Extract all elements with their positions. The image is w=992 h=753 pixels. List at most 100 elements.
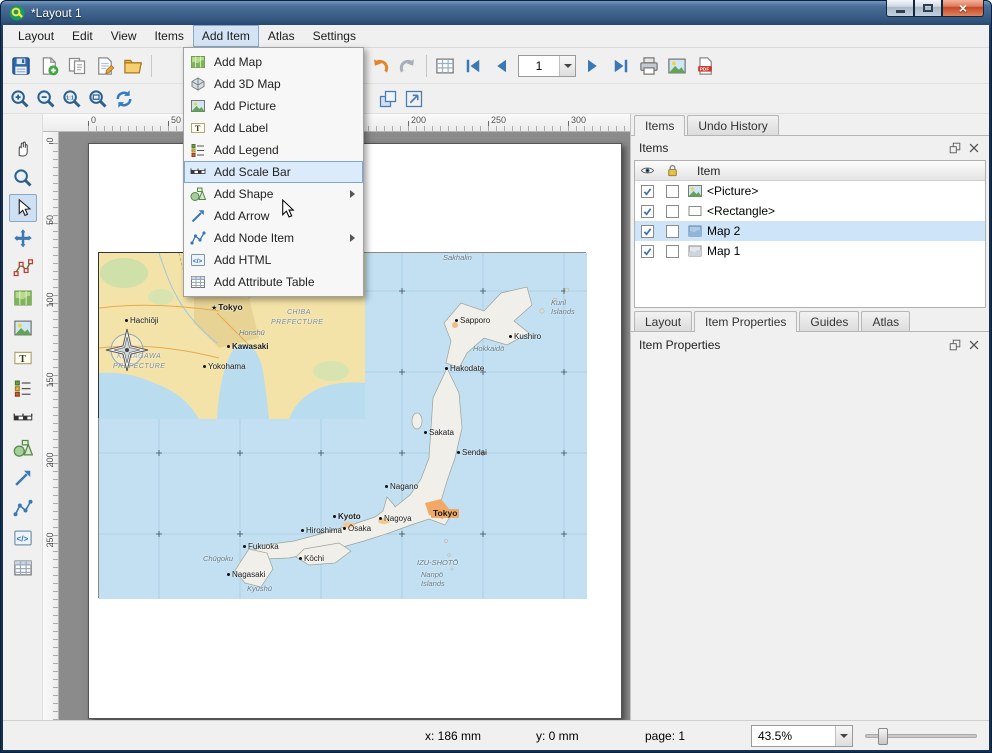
visibility-checkbox[interactable] (641, 185, 654, 198)
add-node-item-button[interactable] (9, 494, 37, 522)
zoom-out-icon (36, 89, 56, 109)
menu-item-label: Add HTML (214, 253, 271, 267)
edit-nodes-item-button[interactable] (9, 254, 37, 282)
undo-button[interactable] (366, 52, 394, 80)
ruler-tick (488, 121, 489, 131)
item-row-map-1[interactable]: Map 1 (635, 241, 985, 261)
item-row-picture[interactable]: <Picture> (635, 181, 985, 201)
menu-item-add-map[interactable]: Add Map (184, 51, 363, 73)
resize-items-button[interactable] (401, 86, 427, 112)
menu-item-add-3d-map[interactable]: Add 3D Map (184, 73, 363, 95)
add-attribute-table-icon (190, 274, 206, 290)
duplicate-layout-button[interactable] (63, 52, 91, 80)
zoom-tool-button[interactable] (9, 164, 37, 192)
ruler-tick (168, 121, 169, 131)
menubar-item-items[interactable]: Items (146, 25, 193, 47)
map-label: Islands (421, 580, 445, 588)
zoom-actual-button[interactable]: 1:1 (59, 86, 85, 112)
edit-nodes-item-icon (13, 258, 33, 278)
window-client-area: LayoutEditViewItemsAdd ItemAtlasSettings… (3, 25, 989, 750)
open-folder-button[interactable] (119, 52, 147, 80)
print-atlas-button[interactable] (635, 52, 663, 80)
layout-manager-button[interactable] (91, 52, 119, 80)
new-layout-button[interactable] (35, 52, 63, 80)
lock-checkbox[interactable] (666, 205, 679, 218)
spinner-dropdown-button[interactable] (559, 56, 575, 76)
menubar-item-edit[interactable]: Edit (63, 25, 102, 47)
preview-atlas-button[interactable] (431, 52, 459, 80)
window-controls: × (886, 0, 984, 17)
titlebar[interactable]: *Layout 1 × (3, 0, 989, 25)
tab-layout[interactable]: Layout (634, 311, 692, 331)
menu-item-add-shape[interactable]: Add Shape (184, 183, 363, 205)
item-row-rectangle[interactable]: <Rectangle> (635, 201, 985, 221)
add-legend-button[interactable] (9, 374, 37, 402)
lock-checkbox[interactable] (666, 185, 679, 198)
lock-checkbox[interactable] (666, 225, 679, 238)
last-feature-button[interactable] (607, 52, 635, 80)
add-attribute-table-button[interactable] (9, 554, 37, 582)
zoom-full-icon (88, 89, 108, 109)
tab-atlas[interactable]: Atlas (861, 311, 910, 331)
combo-dropdown-button[interactable] (835, 726, 852, 746)
north-arrow-picture-item[interactable] (104, 327, 150, 373)
menu-item-add-picture[interactable]: Add Picture (184, 95, 363, 117)
add-map-button[interactable] (9, 284, 37, 312)
zoom-out-button[interactable] (33, 86, 59, 112)
next-feature-button[interactable] (579, 52, 607, 80)
menubar-item-atlas[interactable]: Atlas (259, 25, 304, 47)
atlas-page-spinner[interactable]: 1 (518, 55, 576, 77)
add-picture-button[interactable] (9, 314, 37, 342)
menubar-item-add-item[interactable]: Add Item (193, 25, 259, 47)
refresh-view-button[interactable] (111, 86, 137, 112)
raise-items-button[interactable] (375, 86, 401, 112)
menu-item-add-arrow[interactable]: Add Arrow (184, 205, 363, 227)
add-scalebar-button[interactable] (9, 404, 37, 432)
add-arrow-button[interactable] (9, 464, 37, 492)
close-dock-button[interactable] (967, 141, 981, 155)
export-atlas-image-button[interactable] (663, 52, 691, 80)
close-button[interactable]: × (942, 0, 984, 17)
menu-item-add-legend[interactable]: Add Legend (184, 139, 363, 161)
menu-item-add-html[interactable]: </>Add HTML (184, 249, 363, 271)
menu-item-add-node-item[interactable]: Add Node Item (184, 227, 363, 249)
zoom-full-button[interactable] (85, 86, 111, 112)
menu-item-add-scale-bar[interactable]: Add Scale Bar (184, 161, 363, 183)
menubar-item-view[interactable]: View (102, 25, 146, 47)
minimize-button[interactable] (886, 0, 914, 17)
tab-items[interactable]: Items (634, 115, 685, 136)
pan-layout-button[interactable] (9, 134, 37, 162)
save-button[interactable] (7, 52, 35, 80)
float-dock-button[interactable] (948, 338, 962, 352)
visibility-checkbox[interactable] (641, 245, 654, 258)
zoom-slider[interactable] (865, 734, 977, 738)
lock-checkbox[interactable] (666, 245, 679, 258)
export-atlas-pdf-button[interactable]: PDF (691, 52, 719, 80)
maximize-button[interactable] (914, 0, 942, 17)
select-move-item-button[interactable] (9, 194, 37, 222)
float-dock-button[interactable] (948, 141, 962, 155)
tab-item-properties[interactable]: Item Properties (694, 311, 797, 332)
menubar-item-settings[interactable]: Settings (304, 25, 365, 47)
tab-undo-history[interactable]: Undo History (687, 115, 778, 135)
close-dock-button[interactable] (967, 338, 981, 352)
zoom-in-button[interactable] (7, 86, 33, 112)
zoom-level-combobox[interactable]: 43.5% (751, 725, 853, 747)
menu-item-add-attribute-table[interactable]: Add Attribute Table (184, 271, 363, 293)
add-label-button[interactable]: T (9, 344, 37, 372)
menu-item-add-label[interactable]: TAdd Label (184, 117, 363, 139)
add-shape-button[interactable] (9, 434, 37, 462)
visibility-checkbox[interactable] (641, 225, 654, 238)
svg-text:PDF: PDF (700, 66, 710, 72)
menubar-item-layout[interactable]: Layout (9, 25, 63, 47)
move-item-content-button[interactable] (9, 224, 37, 252)
previous-feature-button[interactable] (487, 52, 515, 80)
redo-button[interactable] (394, 52, 422, 80)
add-html-button[interactable]: </> (9, 524, 37, 552)
tab-guides[interactable]: Guides (799, 311, 859, 331)
first-feature-button[interactable] (459, 52, 487, 80)
item-row-map-2[interactable]: Map 2 (635, 221, 985, 241)
zoom-slider-handle[interactable] (878, 728, 888, 745)
minimize-icon (896, 10, 905, 13)
visibility-checkbox[interactable] (641, 205, 654, 218)
